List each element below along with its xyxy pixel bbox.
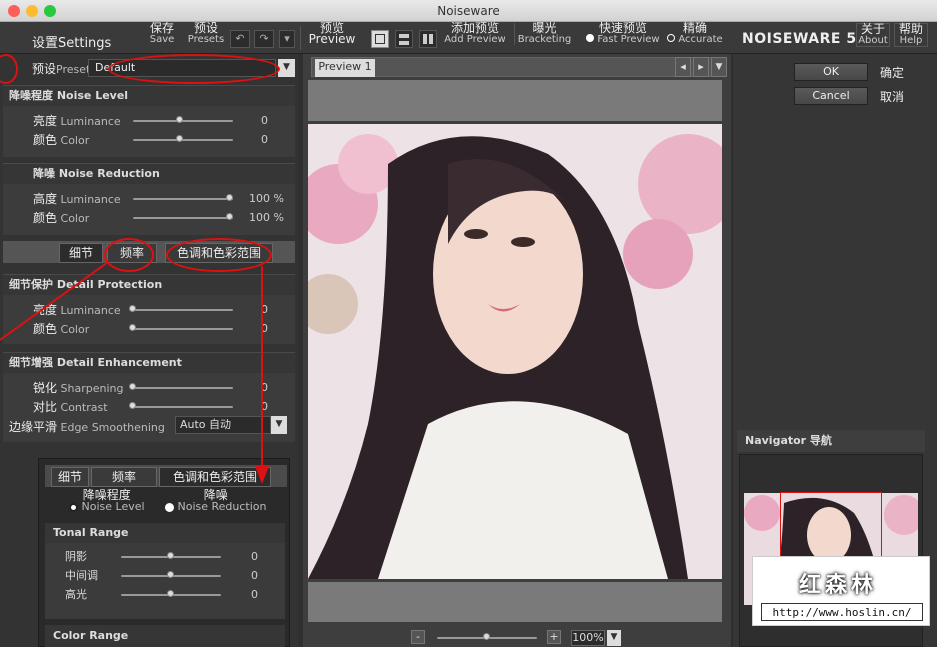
annotation-arrows (0, 261, 269, 484)
watermark-logo: 红森林 http://www.hoslin.cn/ (752, 556, 930, 626)
